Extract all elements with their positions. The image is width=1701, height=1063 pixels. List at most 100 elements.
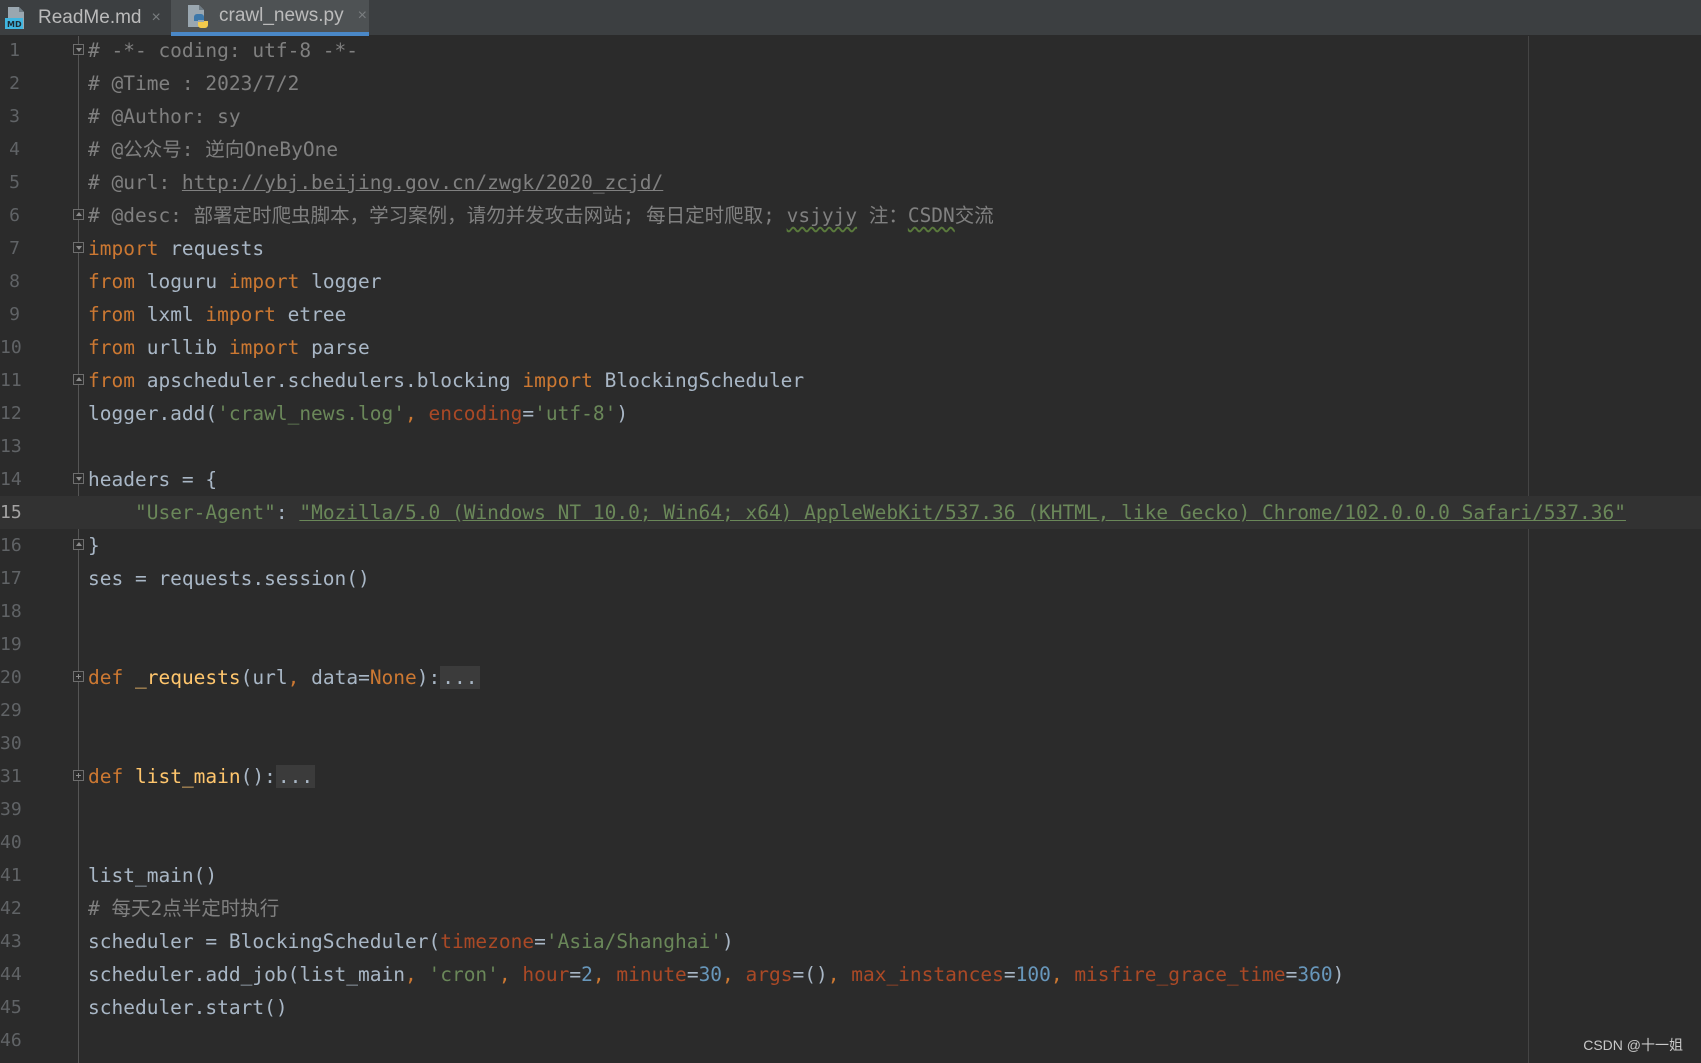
code-token: 'crawl_news.log' <box>217 402 405 425</box>
code-line[interactable]: 40 <box>0 826 1701 859</box>
code-line[interactable]: 31 def list_main():... <box>0 760 1701 793</box>
code-text[interactable]: scheduler.start() <box>88 991 288 1024</box>
code-line[interactable]: 20 def _requests(url, data=None):... <box>0 661 1701 694</box>
code-line[interactable]: 7 import requests <box>0 232 1701 265</box>
code-line[interactable]: 45 scheduler.start() <box>0 991 1701 1024</box>
close-icon[interactable]: × <box>358 7 367 25</box>
collapse-fold-icon[interactable] <box>73 539 84 550</box>
code-line[interactable]: 14 headers = { <box>0 463 1701 496</box>
code-line[interactable]: 42 # 每天2点半定时执行 <box>0 892 1701 925</box>
code-token: # @Author: sy <box>88 105 241 128</box>
code-line[interactable]: 19 <box>0 628 1701 661</box>
code-text[interactable]: # @公众号: 逆向OneByOne <box>88 133 338 166</box>
code-line[interactable]: 6 # @desc: 部署定时爬虫脚本，学习案例，请勿并发攻击网站; 每日定时爬取… <box>0 199 1701 232</box>
close-icon[interactable]: × <box>152 9 161 27</box>
code-text[interactable]: from urllib import parse <box>88 331 370 364</box>
code-editor[interactable]: 1 # -*- coding: utf-8 -*- 2 # @Time : 2023/… <box>0 36 1701 1063</box>
code-token: , <box>404 963 429 986</box>
code-token: args <box>745 963 793 986</box>
expand-fold-icon[interactable] <box>73 671 84 682</box>
code-text[interactable]: "User-Agent": "Mozilla/5.0 (Windows NT 1… <box>88 496 1626 529</box>
code-line[interactable]: 4 # @公众号: 逆向OneByOne <box>0 133 1701 166</box>
code-line[interactable]: 8 from loguru import logger <box>0 265 1701 298</box>
code-text[interactable]: from lxml import etree <box>88 298 346 331</box>
code-line[interactable]: 18 <box>0 595 1701 628</box>
code-token: , <box>1050 963 1075 986</box>
collapse-fold-icon[interactable] <box>73 242 84 253</box>
code-token: scheduler.add_job(list_main <box>88 963 405 986</box>
code-text[interactable]: # 每天2点半定时执行 <box>88 892 279 925</box>
code-text[interactable]: # @url: http://ybj.beijing.gov.cn/zwgk/2… <box>88 166 663 199</box>
line-number: 8 <box>9 271 20 292</box>
code-line[interactable]: 5 # @url: http://ybj.beijing.gov.cn/zwgk/… <box>0 166 1701 199</box>
code-line[interactable]: 17 ses = requests.session() <box>0 562 1701 595</box>
code-line[interactable]: 39 <box>0 793 1701 826</box>
folded-code-placeholder[interactable]: ... <box>440 666 480 689</box>
code-line[interactable]: 9 from lxml import etree <box>0 298 1701 331</box>
code-line[interactable]: 44 scheduler.add_job(list_main, 'cron', h… <box>0 958 1701 991</box>
code-text[interactable]: scheduler = BlockingScheduler(timezone='… <box>88 925 734 958</box>
code-text[interactable]: ses = requests.session() <box>88 562 370 595</box>
code-line[interactable]: 30 <box>0 727 1701 760</box>
folded-code-placeholder[interactable]: ... <box>275 765 316 788</box>
code-token: None <box>369 666 417 689</box>
code-text[interactable]: # @desc: 部署定时爬虫脚本，学习案例，请勿并发攻击网站; 每日定时爬取;… <box>88 199 994 232</box>
line-number: 12 <box>0 403 22 424</box>
collapse-fold-icon[interactable] <box>73 374 84 385</box>
line-number: 7 <box>9 238 20 259</box>
code-line[interactable]: 43 scheduler = BlockingScheduler(timezone… <box>0 925 1701 958</box>
code-text[interactable]: list_main() <box>88 859 217 892</box>
code-text[interactable]: headers = { <box>88 463 217 496</box>
code-token: : <box>275 501 300 524</box>
code-token: import <box>205 303 276 326</box>
code-line[interactable]: 12 logger.add('crawl_news.log', encoding=… <box>0 397 1701 430</box>
tab-crawl-news-py[interactable]: crawl_news.py × <box>171 0 369 36</box>
code-line[interactable]: 1 # -*- coding: utf-8 -*- <box>0 34 1701 67</box>
code-token: logger <box>299 270 382 293</box>
code-token: 2 <box>581 963 593 986</box>
code-line[interactable]: 2 # @Time : 2023/7/2 <box>0 67 1701 100</box>
code-text[interactable]: def _requests(url, data=None):... <box>88 661 480 694</box>
tab-readme-md[interactable]: MD ReadMe.md × <box>0 0 170 36</box>
collapse-fold-icon[interactable] <box>73 209 84 220</box>
code-text[interactable]: # @Time : 2023/7/2 <box>88 67 299 100</box>
editor-tab-bar: MD ReadMe.md × crawl_news.py × <box>0 0 1701 36</box>
code-token[interactable]: "Mozilla/5.0 (Windows NT 10.0; Win64; x6… <box>299 501 1626 524</box>
code-text[interactable]: from apscheduler.schedulers.blocking imp… <box>88 364 804 397</box>
code-token: "User-Agent" <box>134 501 276 524</box>
code-token: from <box>88 336 135 359</box>
code-token: 30 <box>698 963 723 986</box>
collapse-fold-icon[interactable] <box>73 44 84 55</box>
code-text[interactable]: scheduler.add_job(list_main, 'cron', hou… <box>88 958 1344 991</box>
line-number: 41 <box>0 865 22 886</box>
code-text[interactable]: import requests <box>88 232 264 265</box>
expand-fold-icon[interactable] <box>73 770 84 781</box>
code-token: from <box>88 369 135 392</box>
code-line[interactable]: 10 from urllib import parse <box>0 331 1701 364</box>
code-line[interactable]: 13 <box>0 430 1701 463</box>
code-line[interactable]: 15 "User-Agent": "Mozilla/5.0 (Windows N… <box>0 496 1701 529</box>
code-token: # -*- coding: utf-8 -*- <box>88 39 359 62</box>
code-line[interactable]: 3 # @Author: sy <box>0 100 1701 133</box>
code-token: minute <box>616 963 687 986</box>
code-text[interactable]: # -*- coding: utf-8 -*- <box>88 34 358 67</box>
code-token[interactable]: http://ybj.beijing.gov.cn/zwgk/2020_zcjd… <box>182 171 663 194</box>
code-text[interactable]: def list_main():... <box>88 760 316 793</box>
code-text[interactable]: from loguru import logger <box>88 265 382 298</box>
code-line[interactable]: 46 <box>0 1024 1701 1057</box>
line-number: 29 <box>0 700 22 721</box>
line-number: 19 <box>0 634 22 655</box>
code-line[interactable]: 11 from apscheduler.schedulers.blocking i… <box>0 364 1701 397</box>
code-text[interactable]: } <box>88 529 100 562</box>
code-token: _requests <box>134 666 241 689</box>
code-line[interactable]: 41 list_main() <box>0 859 1701 892</box>
collapse-fold-icon[interactable] <box>73 473 84 484</box>
line-number: 31 <box>0 766 22 787</box>
code-text[interactable]: logger.add('crawl_news.log', encoding='u… <box>88 397 628 430</box>
code-token: 'cron' <box>428 963 499 986</box>
code-text[interactable]: # @Author: sy <box>88 100 241 133</box>
watermark: CSDN @十一姐 <box>1583 1037 1683 1053</box>
code-line[interactable]: 16} <box>0 529 1701 562</box>
code-token: 注： <box>857 204 908 227</box>
code-line[interactable]: 29 <box>0 694 1701 727</box>
